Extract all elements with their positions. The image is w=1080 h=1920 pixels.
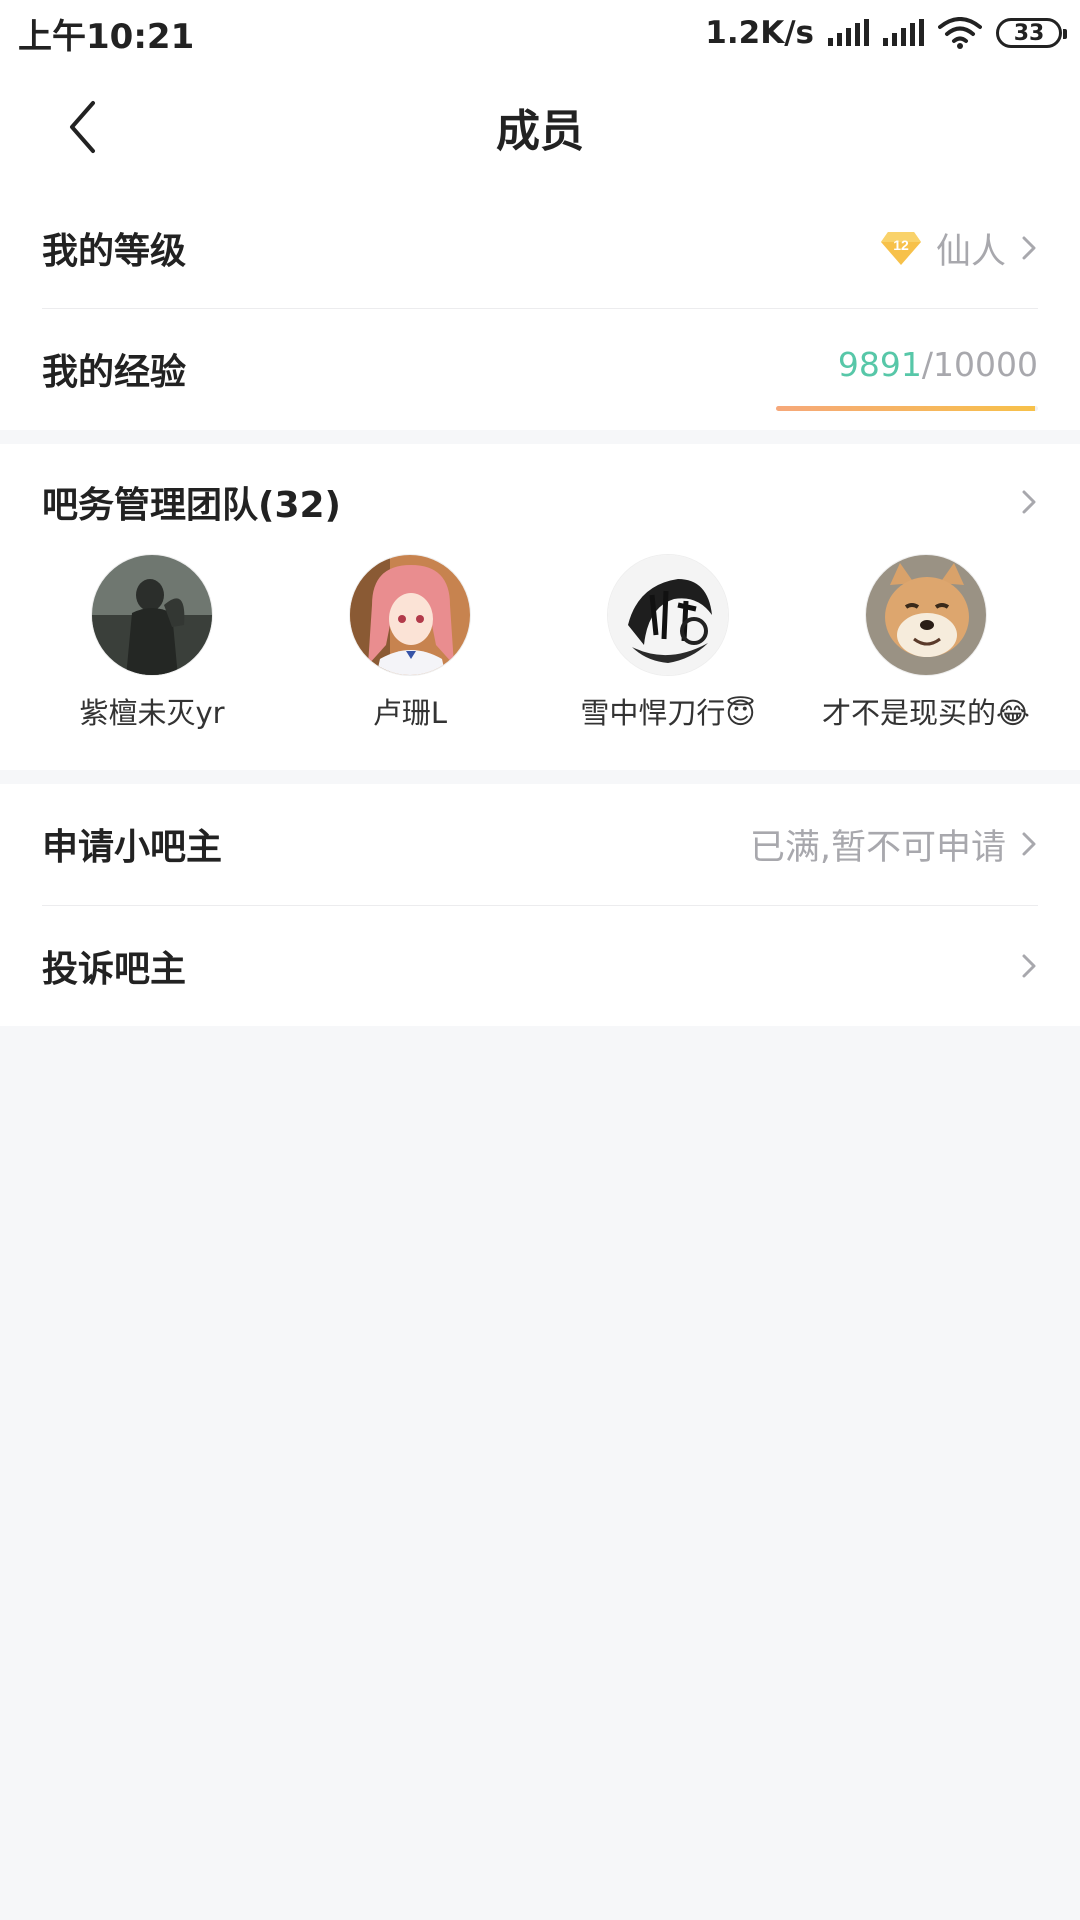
apply-label: 申请小吧主 [42, 827, 223, 868]
complain-label: 投诉吧主 [42, 949, 187, 990]
signal-icon [883, 19, 924, 46]
team-label: 吧务管理团队(32) [42, 485, 342, 526]
battery-icon: 33 [996, 18, 1067, 48]
apply-status: 已满,暂不可申请 [749, 827, 1006, 868]
team-section: 吧务管理团队(32) 紫檀未灭yr 卢珊L 雪中悍刀行😇 才不是现买的😂 [0, 444, 1080, 770]
diamond-badge-icon: 12 [880, 232, 921, 265]
back-button[interactable] [52, 94, 112, 160]
team-member[interactable]: 紫檀未灭yr [32, 554, 272, 744]
member-name: 紫檀未灭yr [79, 696, 225, 730]
exp-total: 10000 [933, 345, 1038, 384]
calligraphy-avatar [607, 554, 729, 676]
chevron-right-icon [1022, 832, 1036, 856]
actions-section: 申请小吧主 已满,暂不可申请 投诉吧主 [0, 784, 1080, 1026]
anime-girl-avatar [349, 554, 471, 676]
my-level-label: 我的等级 [42, 231, 187, 272]
shiba-dog-avatar [865, 554, 987, 676]
chevron-right-icon [1022, 490, 1036, 514]
status-bar: 上午10:21 1.2K/s 33 [0, 0, 1080, 66]
exp-progress-track [776, 406, 1038, 411]
team-member[interactable]: 才不是现买的😂 [806, 554, 1046, 744]
level-section: 我的等级 12 仙人 我的经验 9891/10000 [0, 188, 1080, 430]
level-badge-number: 12 [893, 237, 909, 253]
signal-icon [828, 19, 869, 46]
nav-bar: 成员 [0, 66, 1080, 188]
level-name: 仙人 [935, 231, 1006, 272]
status-icons: 1.2K/s 33 [705, 15, 1067, 51]
chevron-left-icon [70, 101, 95, 153]
exp-separator: / [921, 345, 934, 384]
team-member[interactable]: 雪中悍刀行😇 [548, 554, 788, 744]
team-row[interactable]: 吧务管理团队(32) [42, 444, 1038, 560]
my-level-row[interactable]: 我的等级 12 仙人 [42, 188, 1038, 308]
exp-progress: 9891/10000 [776, 331, 1038, 411]
exp-value: 9891/10000 [838, 345, 1038, 384]
status-time: 上午10:21 [18, 16, 195, 57]
level-info: 12 仙人 [880, 223, 1038, 274]
chevron-right-icon [1022, 236, 1036, 260]
member-name: 雪中悍刀行😇 [580, 696, 756, 730]
exp-progress-fill [776, 406, 1036, 411]
wifi-icon [938, 17, 982, 49]
network-speed: 1.2K/s [705, 15, 814, 51]
complain-row[interactable]: 投诉吧主 [42, 906, 1038, 1026]
page-title: 成员 [496, 106, 584, 157]
member-name: 卢珊L [372, 696, 448, 730]
statue-avatar [91, 554, 213, 676]
apply-row[interactable]: 申请小吧主 已满,暂不可申请 [42, 784, 1038, 904]
team-members: 紫檀未灭yr 卢珊L 雪中悍刀行😇 才不是现买的😂 [0, 554, 1080, 744]
my-exp-label: 我的经验 [42, 352, 187, 393]
exp-current: 9891 [837, 345, 922, 384]
member-name: 才不是现买的😂 [822, 696, 1030, 730]
apply-info: 已满,暂不可申请 [750, 819, 1038, 870]
team-member[interactable]: 卢珊L [290, 554, 530, 744]
chevron-right-icon [1022, 954, 1036, 978]
